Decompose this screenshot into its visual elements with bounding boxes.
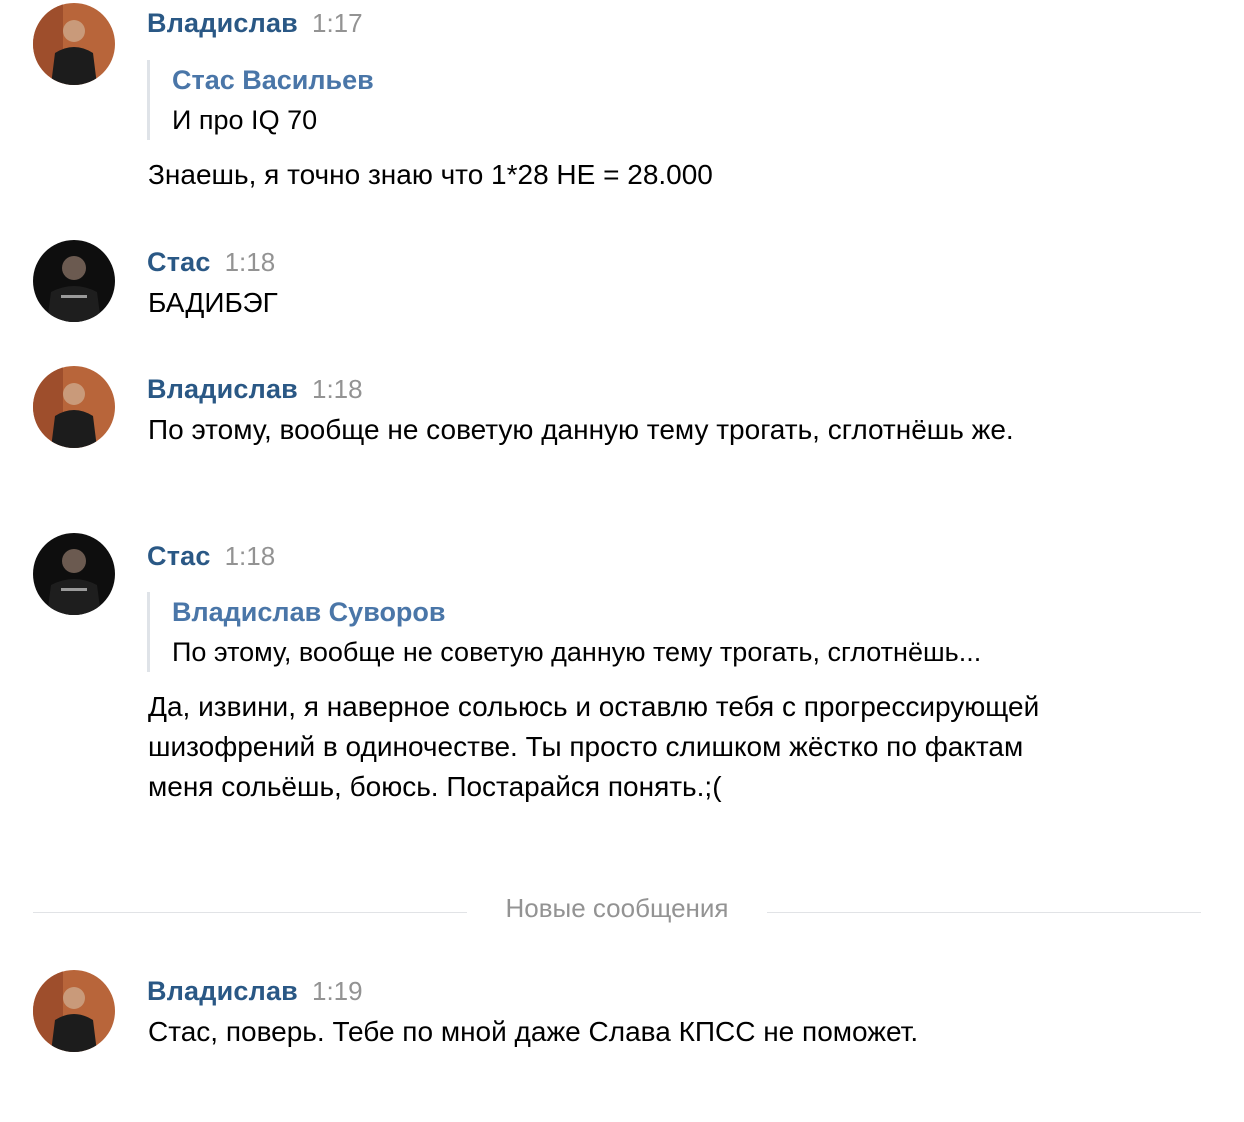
avatar-stas[interactable] — [33, 240, 115, 322]
message-author[interactable]: Владислав — [147, 8, 298, 38]
message-time: 1:18 — [312, 374, 363, 404]
divider-line-right — [767, 912, 1201, 913]
quote-author: Владислав Суворов — [172, 597, 446, 627]
quote-author: Стас Васильев — [172, 65, 374, 95]
avatar-stas[interactable] — [33, 533, 115, 615]
message-time: 1:18 — [224, 541, 276, 571]
user-photo-icon — [33, 3, 115, 85]
message-text: Знаешь, я точно знаю что 1*28 НЕ = 28.00… — [148, 159, 713, 190]
message-text: По этому, вообще не советую данную тему … — [148, 414, 1014, 445]
message-time: 1:18 — [224, 247, 276, 277]
message-author[interactable]: Владислав — [147, 976, 298, 1006]
user-photo-icon — [33, 240, 115, 322]
avatar-vladislav[interactable] — [33, 366, 115, 448]
message-text: БАДИБЭГ — [148, 287, 278, 318]
message-time: 1:17 — [312, 8, 363, 38]
user-photo-icon — [33, 970, 115, 1052]
user-photo-icon — [33, 366, 115, 448]
message-time: 1:19 — [312, 976, 363, 1006]
reply-quote[interactable]: Стас Васильев И про IQ 70 — [147, 60, 374, 140]
new-messages-divider: Новые сообщения — [505, 893, 729, 923]
message-author[interactable]: Стас — [147, 247, 211, 277]
reply-quote[interactable]: Владислав Суворов По этому, вообще не со… — [147, 592, 981, 672]
message-text: Стас, поверь. Тебе по мной даже Слава КП… — [148, 1016, 919, 1047]
user-photo-icon — [33, 533, 115, 615]
quote-text: По этому, вообще не советую данную тему … — [172, 637, 982, 667]
quote-text: И про IQ 70 — [172, 105, 318, 135]
avatar-vladislav[interactable] — [33, 970, 115, 1052]
message-author[interactable]: Владислав — [147, 374, 298, 404]
message-text: Да, извини, я наверное сольюсь и оставлю… — [148, 691, 1040, 802]
message-author[interactable]: Стас — [147, 541, 211, 571]
avatar-vladislav[interactable] — [33, 3, 115, 85]
